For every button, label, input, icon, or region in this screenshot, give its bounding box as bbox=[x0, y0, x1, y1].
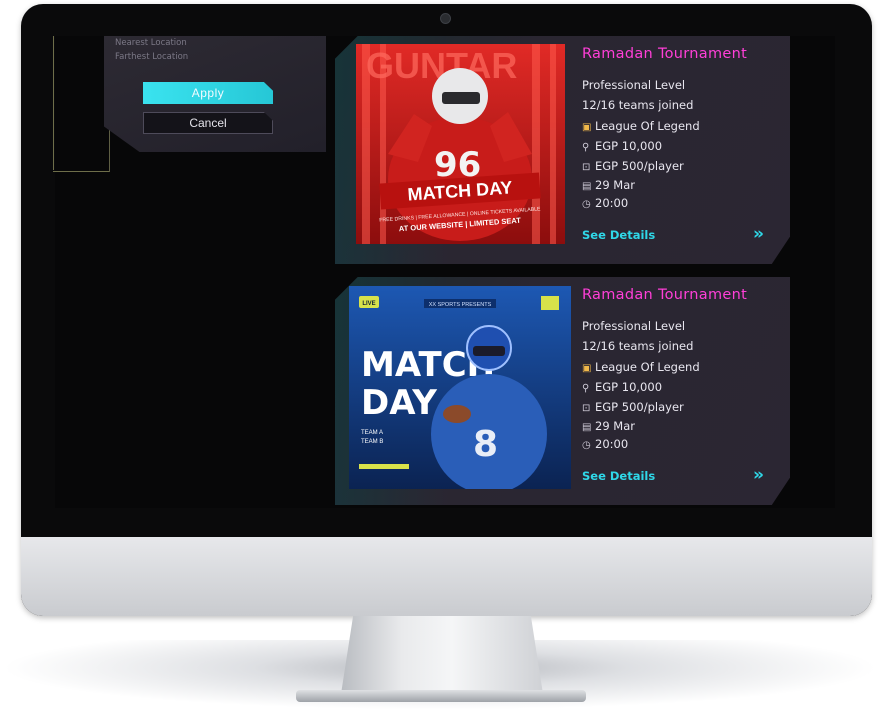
tournament-level: Professional Level bbox=[582, 319, 686, 333]
trophy-icon: ⚲ bbox=[582, 383, 590, 394]
calendar-icon: ▤ bbox=[582, 181, 592, 192]
tournament-poster: LIVE XX SPORTS PRESENTS MATCH DAY 8 TEAM… bbox=[349, 286, 571, 489]
ticket-icon: ⊡ bbox=[582, 162, 591, 173]
see-details-link[interactable]: See Details bbox=[582, 228, 655, 242]
tournament-time: 20:00 bbox=[595, 196, 629, 210]
monitor-stand-base bbox=[296, 690, 586, 702]
tournament-fee: EGP 500/player bbox=[595, 400, 684, 414]
tournament-card[interactable]: GUNTAR 96 MATCH DAY FREE DRINKS | FREE A… bbox=[335, 36, 790, 264]
tournament-game: League Of Legend bbox=[595, 119, 700, 133]
tournament-prize: EGP 10,000 bbox=[595, 380, 663, 394]
tournament-poster: GUNTAR 96 MATCH DAY FREE DRINKS | FREE A… bbox=[356, 44, 565, 244]
tournament-fee: EGP 500/player bbox=[595, 159, 684, 173]
monitor-chin bbox=[21, 537, 872, 616]
tournament-time: 20:00 bbox=[595, 437, 629, 451]
filter-option-nearest[interactable]: Nearest Location bbox=[115, 38, 187, 48]
camera-icon bbox=[440, 13, 451, 24]
ticket-icon: ⊡ bbox=[582, 403, 591, 414]
double-chevron-right-icon[interactable]: » bbox=[753, 224, 764, 244]
tournament-game: League Of Legend bbox=[595, 360, 700, 374]
tournament-date: 29 Mar bbox=[595, 419, 635, 433]
controller-icon: ▣ bbox=[582, 122, 592, 133]
clock-icon: ◷ bbox=[582, 440, 591, 451]
cancel-button[interactable]: Cancel bbox=[143, 112, 273, 134]
poster-jersey-number: 8 bbox=[473, 424, 498, 465]
poster-badge: LIVE bbox=[362, 301, 375, 307]
tournament-title: Ramadan Tournament bbox=[582, 46, 748, 62]
tournament-teams: 12/16 teams joined bbox=[582, 98, 694, 112]
decor-line bbox=[53, 171, 109, 172]
tournament-title: Ramadan Tournament bbox=[582, 287, 748, 303]
calendar-icon: ▤ bbox=[582, 422, 592, 433]
decor-line bbox=[53, 36, 54, 170]
poster-team-a: TEAM A bbox=[361, 430, 383, 436]
monitor-stand-neck bbox=[341, 616, 543, 694]
double-chevron-right-icon[interactable]: » bbox=[753, 465, 764, 485]
apply-button[interactable]: Apply bbox=[143, 82, 273, 104]
filter-option-farthest[interactable]: Farthest Location bbox=[115, 52, 188, 62]
tournament-prize: EGP 10,000 bbox=[595, 139, 663, 153]
clock-icon: ◷ bbox=[582, 199, 591, 210]
tournament-level: Professional Level bbox=[582, 78, 686, 92]
tournament-card[interactable]: LIVE XX SPORTS PRESENTS MATCH DAY 8 TEAM… bbox=[335, 277, 790, 505]
poster-team-b: TEAM B bbox=[361, 439, 383, 445]
trophy-icon: ⚲ bbox=[582, 142, 590, 153]
see-details-link[interactable]: See Details bbox=[582, 469, 655, 483]
tournament-teams: 12/16 teams joined bbox=[582, 339, 694, 353]
poster-headline-line2: DAY bbox=[361, 383, 437, 423]
poster-top-banner: XX SPORTS PRESENTS bbox=[429, 302, 492, 308]
tournament-date: 29 Mar bbox=[595, 178, 635, 192]
controller-icon: ▣ bbox=[582, 363, 592, 374]
